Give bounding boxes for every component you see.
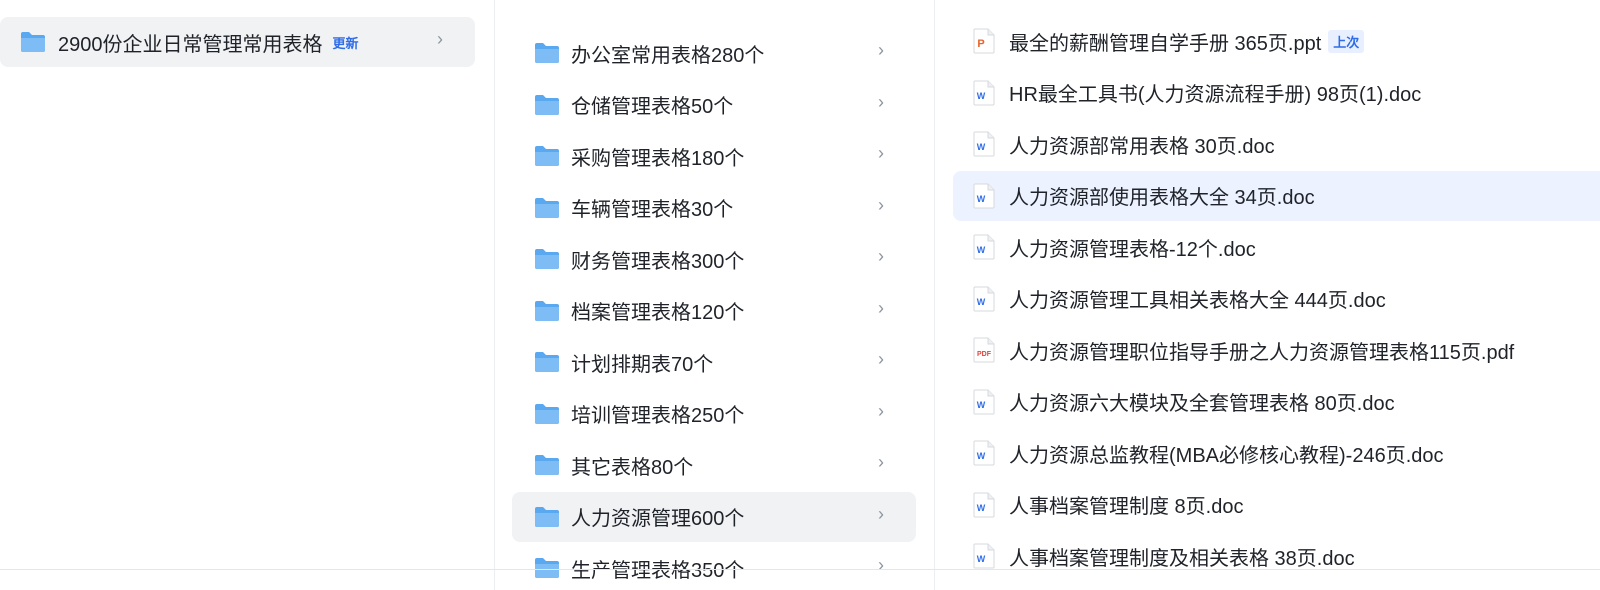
chevron-right-icon: ›	[878, 91, 884, 112]
category-label: 生产管理表格350个	[571, 559, 745, 582]
category-label: 其它表格80个	[571, 456, 694, 479]
file-item[interactable]: W 人事档案管理制度及相关表格 38页.doc	[953, 531, 1600, 581]
category-item[interactable]: 其它表格80个 ›	[512, 440, 916, 490]
chevron-right-icon: ›	[437, 29, 443, 49]
svg-text:P: P	[977, 38, 984, 50]
folder-icon	[535, 558, 559, 578]
ppt-file-icon: P	[973, 28, 995, 54]
svg-text:W: W	[977, 297, 986, 307]
file-item[interactable]: P 最全的薪酬管理自学手册 365页.ppt 上次	[953, 16, 1600, 66]
category-label: 财务管理表格300个	[571, 250, 745, 273]
chevron-right-icon: ›	[878, 349, 884, 369]
svg-text:PDF: PDF	[977, 351, 992, 358]
doc-file-icon: W	[973, 80, 995, 105]
svg-text:W: W	[977, 245, 986, 255]
file-column: P 最全的薪酬管理自学手册 365页.ppt 上次 W HR最全工具书(人力资源流程手册…	[934, 0, 1600, 590]
svg-text:W: W	[977, 400, 986, 410]
category-label: 办公室常用表格280个	[571, 44, 765, 67]
folder-icon	[535, 352, 559, 372]
doc-file-icon: W	[973, 492, 995, 517]
category-item[interactable]: 车辆管理表格30个 ›	[512, 183, 916, 233]
last-opened-badge: 上次	[1328, 29, 1365, 53]
doc-file-icon: W	[973, 440, 995, 466]
doc-file-icon: W	[973, 234, 995, 260]
file-item[interactable]: W 人力资源六大模块及全套管理表格 80页.doc	[953, 377, 1600, 427]
category-column: 办公室常用表格280个 › 仓储管理表格50个 › 采购管理表格180个 › 车辆管理表格3…	[494, 0, 934, 590]
category-label: 人力资源管理600个	[571, 508, 745, 530]
svg-text:W: W	[977, 142, 986, 152]
file-name: 人力资源管理职位指导手册之人力资源管理表格115页.pdf	[1009, 341, 1515, 364]
file-name: 人力资源管理表格-12个.doc	[1009, 238, 1256, 261]
file-item[interactable]: W 人力资源管理工具相关表格大全 444页.doc	[953, 274, 1600, 324]
pdf-file-icon: PDF	[973, 337, 995, 363]
category-item[interactable]: 人力资源管理600个 ›	[512, 491, 916, 542]
category-item[interactable]: 采购管理表格180个 ›	[512, 131, 916, 181]
svg-text:W: W	[977, 194, 986, 204]
file-name: 最全的薪酬管理自学手册 365页.ppt	[1009, 32, 1322, 55]
folder-icon	[21, 32, 45, 52]
folder-icon	[535, 300, 559, 321]
bottom-divider	[0, 569, 1600, 570]
folder-icon	[535, 403, 559, 424]
chevron-right-icon: ›	[878, 503, 884, 524]
doc-file-icon: W	[973, 389, 995, 414]
file-name: 人力资源六大模块及全套管理表格 80页.doc	[1009, 393, 1395, 415]
file-item[interactable]: PDF 人力资源管理职位指导手册之人力资源管理表格115页.pdf	[953, 325, 1600, 375]
chevron-right-icon: ›	[878, 452, 884, 472]
folder-icon	[535, 249, 559, 269]
svg-text:W: W	[977, 451, 986, 461]
chevron-right-icon: ›	[878, 143, 884, 163]
category-label: 培训管理表格250个	[571, 405, 745, 427]
category-label: 计划排期表70个	[571, 353, 714, 376]
file-browser: 2900份企业日常管理常用表格 更新 › 办公室常用表格280个 › 仓储管理表格5…	[0, 0, 1600, 590]
doc-file-icon: W	[973, 286, 995, 311]
file-item[interactable]: W 人力资源管理表格-12个.doc	[953, 222, 1600, 272]
update-badge: 更新	[332, 35, 359, 51]
category-label: 车辆管理表格30个	[571, 199, 734, 221]
svg-text:W: W	[977, 503, 986, 513]
folder-icon	[535, 506, 559, 527]
file-name: 人力资源部常用表格 30页.doc	[1009, 135, 1275, 158]
chevron-right-icon: ›	[878, 246, 884, 266]
svg-text:W: W	[977, 91, 986, 101]
folder-icon	[535, 455, 559, 475]
category-label: 采购管理表格180个	[571, 147, 745, 170]
file-name: 人事档案管理制度 8页.doc	[1009, 496, 1244, 518]
file-item[interactable]: W 人力资源部常用表格 30页.doc	[953, 119, 1600, 169]
doc-file-icon: W	[973, 183, 995, 208]
chevron-right-icon: ›	[878, 400, 884, 421]
chevron-right-icon: ›	[878, 555, 884, 575]
root-folder-label: 2900份企业日常管理常用表格	[58, 33, 323, 56]
category-item[interactable]: 办公室常用表格280个 ›	[512, 28, 916, 78]
category-label: 档案管理表格120个	[571, 302, 745, 324]
root-folder-item[interactable]: 2900份企业日常管理常用表格 更新 ›	[0, 17, 475, 67]
chevron-right-icon: ›	[878, 297, 884, 318]
category-item[interactable]: 财务管理表格300个 ›	[512, 234, 916, 284]
chevron-right-icon: ›	[878, 194, 884, 215]
file-name: 人事档案管理制度及相关表格 38页.doc	[1009, 547, 1355, 570]
folder-icon	[535, 43, 559, 63]
file-name: 人力资源总监教程(MBA必修核心教程)-246页.doc	[1009, 444, 1444, 467]
root-column: 2900份企业日常管理常用表格 更新 ›	[0, 0, 493, 590]
doc-file-icon: W	[973, 543, 995, 569]
folder-icon	[535, 94, 559, 115]
chevron-right-icon: ›	[878, 40, 884, 60]
doc-file-icon: W	[973, 131, 995, 157]
file-item[interactable]: W HR最全工具书(人力资源流程手册) 98页(1).doc	[953, 68, 1600, 118]
category-item[interactable]: 档案管理表格120个 ›	[512, 286, 916, 336]
category-item[interactable]: 仓储管理表格50个 ›	[512, 80, 916, 130]
file-name: 人力资源部使用表格大全 34页.doc	[1009, 187, 1315, 209]
category-item[interactable]: 生产管理表格350个 ›	[512, 543, 916, 590]
category-item[interactable]: 计划排期表70个 ›	[512, 337, 916, 387]
file-item[interactable]: W 人事档案管理制度 8页.doc	[953, 480, 1600, 530]
folder-icon	[535, 197, 559, 218]
category-label: 仓储管理表格50个	[571, 96, 734, 118]
file-item[interactable]: W 人力资源部使用表格大全 34页.doc	[953, 170, 1600, 221]
category-item[interactable]: 培训管理表格250个 ›	[512, 389, 916, 439]
file-item[interactable]: W 人力资源总监教程(MBA必修核心教程)-246页.doc	[953, 428, 1600, 478]
file-name: 人力资源管理工具相关表格大全 444页.doc	[1009, 290, 1386, 312]
svg-text:W: W	[977, 554, 986, 564]
file-name: HR最全工具书(人力资源流程手册) 98页(1).doc	[1009, 84, 1422, 106]
folder-icon	[535, 146, 559, 166]
